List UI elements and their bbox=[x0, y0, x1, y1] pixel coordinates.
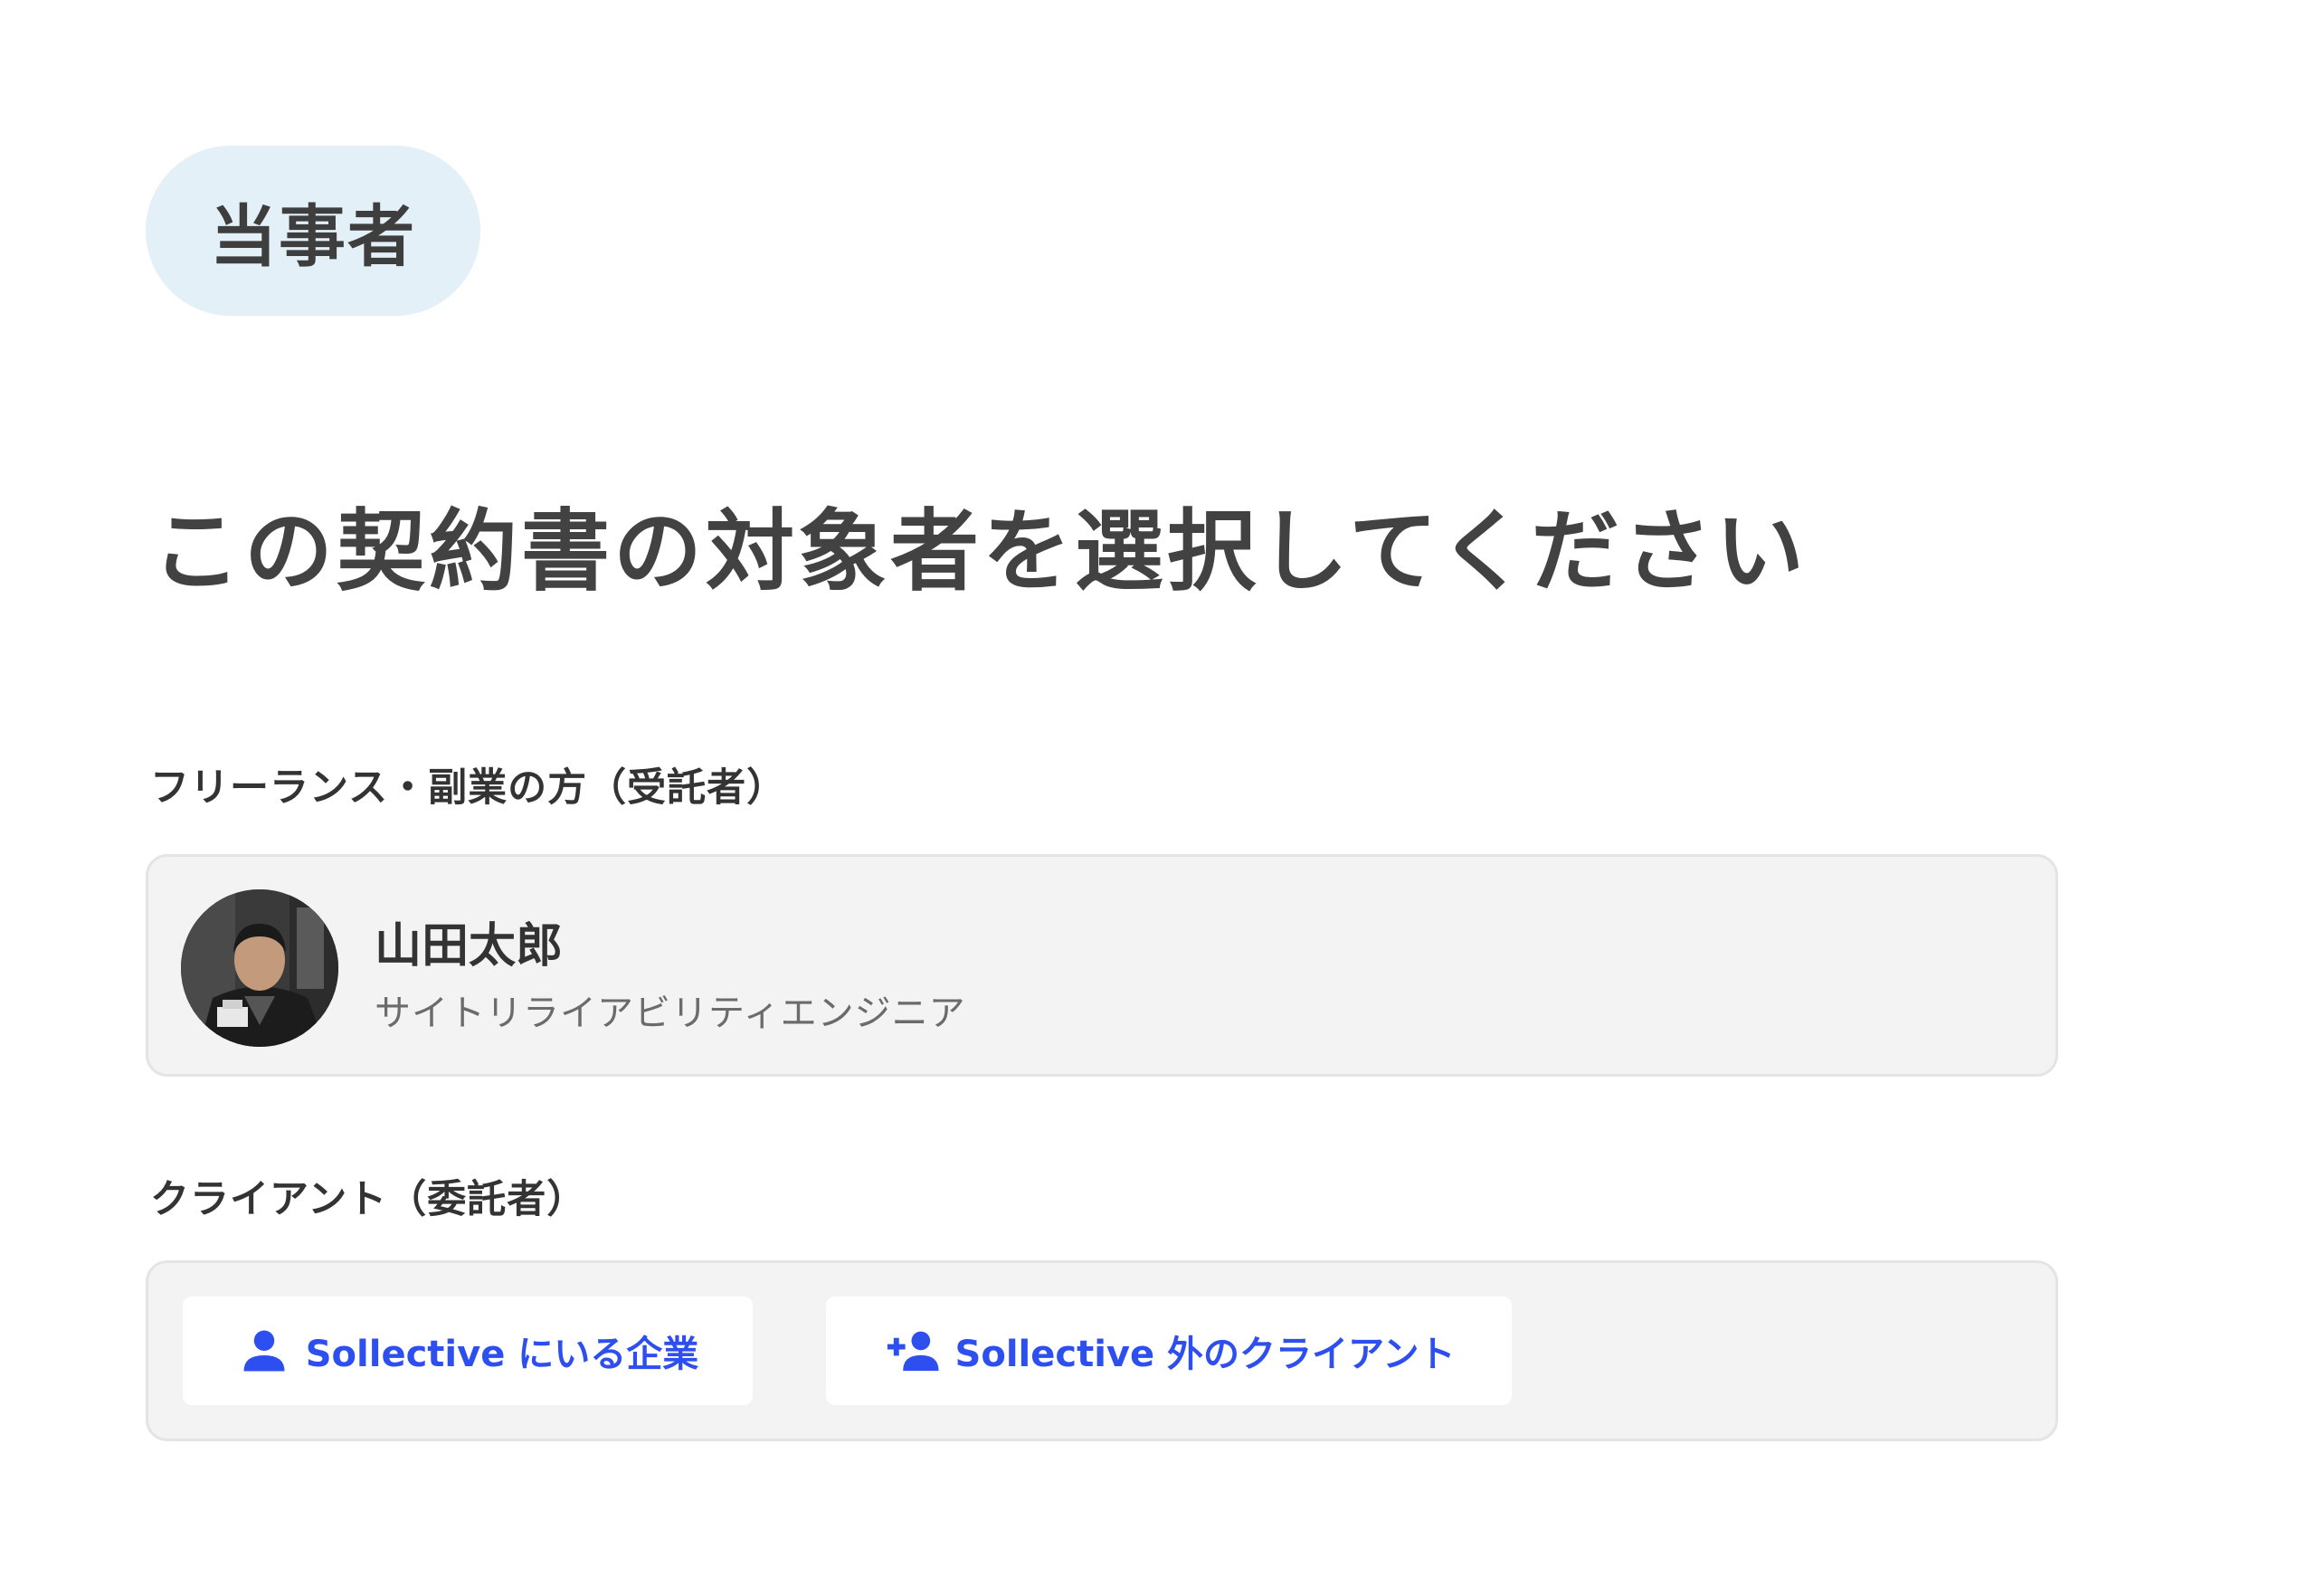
person-job-title: サイトリライアビリティエンジニア bbox=[375, 993, 966, 1034]
client-options-card: Sollective にいる企業 Sollective 外のクライアント bbox=[146, 1260, 2058, 1441]
party-badge: 当事者 bbox=[146, 146, 480, 316]
external-client-button[interactable]: Sollective 外のクライアント bbox=[826, 1297, 1512, 1405]
person-icon bbox=[237, 1324, 291, 1378]
freelancer-section-label: フリーランス・副業の方（受託者） bbox=[150, 765, 787, 811]
person-add-icon bbox=[883, 1324, 941, 1378]
person-name: 山田太郎 bbox=[375, 919, 564, 974]
freelancer-card[interactable]: 山田太郎 サイトリライアビリティエンジニア bbox=[146, 854, 2058, 1077]
page-title: この契約書の対象者を選択してください bbox=[152, 500, 1808, 603]
external-client-label: Sollective 外のクライアント bbox=[954, 1334, 1456, 1375]
party-badge-label: 当事者 bbox=[210, 197, 416, 276]
sollective-company-button[interactable]: Sollective にいる企業 bbox=[183, 1297, 753, 1405]
client-section-label: クライアント（委託者） bbox=[150, 1177, 587, 1222]
sollective-company-label: Sollective にいる企業 bbox=[305, 1334, 699, 1375]
avatar bbox=[181, 889, 338, 1047]
